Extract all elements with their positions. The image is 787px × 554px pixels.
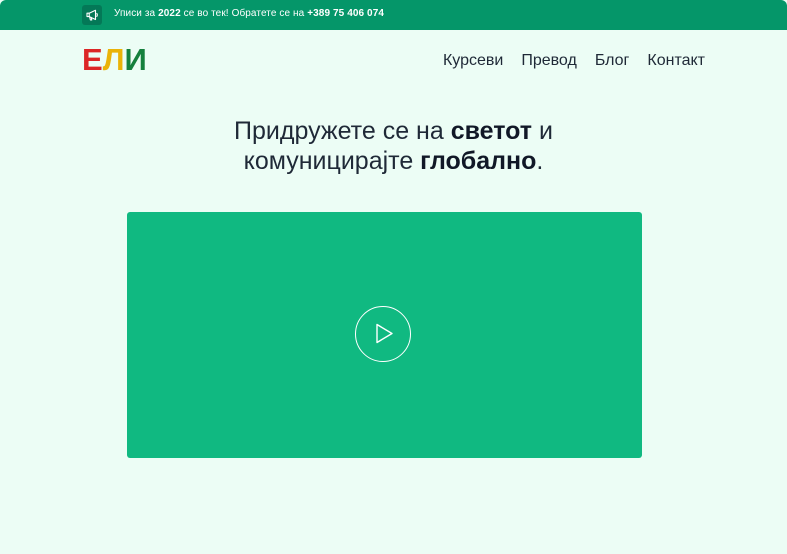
video-player[interactable]	[127, 212, 642, 458]
nav-item-contact[interactable]: Контакт	[647, 52, 705, 70]
logo-letter-e: Е	[82, 42, 103, 77]
announcement-year: 2022	[158, 8, 181, 19]
megaphone-icon	[82, 5, 102, 25]
play-icon	[376, 323, 393, 344]
announcement-phone[interactable]: +389 75 406 074	[307, 8, 384, 19]
nav-item-blog[interactable]: Блог	[595, 52, 630, 70]
logo[interactable]: ЕЛИ	[82, 43, 147, 77]
announcement-text: Уписи за 2022 се во тек! Обратете се на …	[114, 8, 385, 19]
nav-item-translation[interactable]: Превод	[521, 52, 577, 70]
main-nav: Курсеви Превод Блог Контакт	[443, 52, 705, 70]
play-button[interactable]	[355, 306, 411, 362]
logo-letter-l: Л	[102, 42, 125, 77]
nav-item-courses[interactable]: Курсеви	[443, 52, 503, 70]
page: Уписи за 2022 се во тек! Обратете се на …	[0, 0, 787, 554]
announcement-bar: Уписи за 2022 се во тек! Обратете се на …	[0, 0, 787, 30]
hero-heading: Придружете се на светот и комуницирајте …	[234, 117, 553, 175]
logo-letter-i: И	[124, 42, 147, 77]
